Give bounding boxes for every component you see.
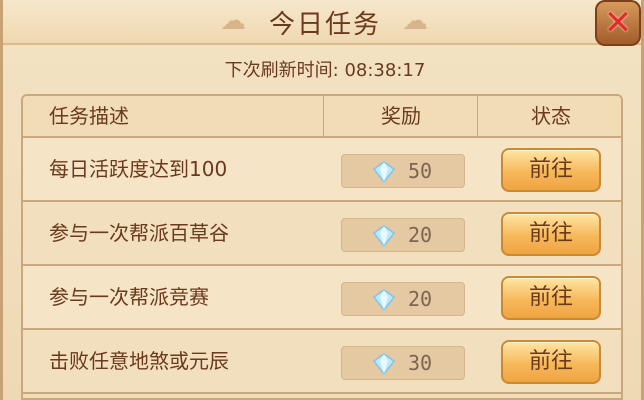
task-dialog: ☁ ☁ 今日任务 ✕ 下次刷新时间: 08:38:17 任务描述 奖励 状态 每… [0,0,644,400]
table-row: 参与一次帮派竞赛 20 前往 [23,266,621,330]
go-button[interactable]: 前往 [501,148,601,192]
task-desc: 参与一次帮派百草谷 [49,221,229,245]
title-divider [3,43,641,45]
refresh-timer: 下次刷新时间: 08:38:17 [224,60,426,81]
gem-icon [373,353,395,375]
column-divider [477,96,478,136]
dialog-title: 今日任务 [268,10,381,40]
close-button[interactable]: ✕ [595,0,641,46]
reward-amount: 20 [408,287,433,311]
go-button[interactable]: 前往 [501,276,601,320]
go-button[interactable]: 前往 [501,340,601,384]
task-desc: 每日活跃度达到100 [49,157,228,181]
close-icon: ✕ [603,3,633,43]
reward-amount: 20 [408,223,433,247]
gem-icon [373,225,395,247]
title-bar: ☁ ☁ 今日任务 [3,0,641,45]
gem-icon [373,289,395,311]
gem-icon [373,161,395,183]
reward-amount: 50 [408,159,433,183]
header-desc: 任务描述 [49,104,129,128]
task-table: 任务描述 奖励 状态 每日活跃度达到100 50 前往 参与一次帮派百草谷 20… [21,94,623,400]
reward-box: 50 [341,154,465,188]
reward-box: 20 [341,218,465,252]
reward-box: 20 [341,282,465,316]
header-reward: 奖励 [381,104,421,128]
table-row: 参与一次帮派百草谷 20 前往 [23,202,621,266]
table-row: 每日活跃度达到100 50 前往 [23,138,621,202]
header-status: 状态 [531,104,571,128]
column-divider [323,96,324,136]
table-row: 击败任意地煞或元辰 30 前往 [23,330,621,394]
task-desc: 击败任意地煞或元辰 [49,349,229,373]
reward-amount: 30 [408,351,433,375]
task-desc: 参与一次帮派竞赛 [49,285,209,309]
reward-box: 30 [341,346,465,380]
table-header: 任务描述 奖励 状态 [23,96,621,138]
go-button[interactable]: 前往 [501,212,601,256]
